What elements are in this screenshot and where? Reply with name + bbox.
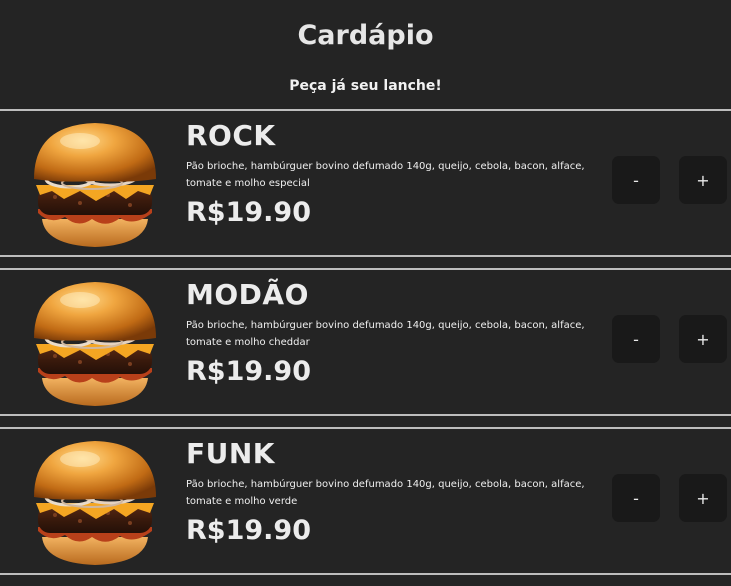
item-price: R$19.90 <box>186 197 311 228</box>
item-description: Pão brioche, hambúrguer bovino defumado … <box>186 479 585 507</box>
increase-quantity-button[interactable]: + <box>679 315 727 363</box>
item-price: R$19.90 <box>186 515 311 546</box>
item-description: Pão brioche, hambúrguer bovino defumado … <box>186 161 585 189</box>
menu-item-funk: FUNK Pão brioche, hambúrguer bovino defu… <box>0 427 731 575</box>
item-name: MODÃO <box>186 278 309 311</box>
page-title: Cardápio <box>297 20 434 51</box>
increase-quantity-button[interactable]: + <box>679 156 727 204</box>
increase-quantity-button[interactable]: + <box>679 474 727 522</box>
burger-image <box>32 280 158 408</box>
page-subtitle: Peça já seu lanche! <box>289 78 442 94</box>
menu-item-rock: ROCK Pão brioche, hambúrguer bovino defu… <box>0 109 731 257</box>
item-name: ROCK <box>186 119 276 152</box>
decrease-quantity-button[interactable]: - <box>612 315 660 363</box>
burger-image <box>32 121 158 249</box>
item-description: Pão brioche, hambúrguer bovino defumado … <box>186 320 585 348</box>
item-name: FUNK <box>186 437 275 470</box>
burger-image <box>32 439 158 567</box>
menu-header: Cardápio Peça já seu lanche! <box>0 0 731 108</box>
decrease-quantity-button[interactable]: - <box>612 156 660 204</box>
decrease-quantity-button[interactable]: - <box>612 474 660 522</box>
item-price: R$19.90 <box>186 356 311 387</box>
menu-item-modao: MODÃO Pão brioche, hambúrguer bovino def… <box>0 268 731 416</box>
